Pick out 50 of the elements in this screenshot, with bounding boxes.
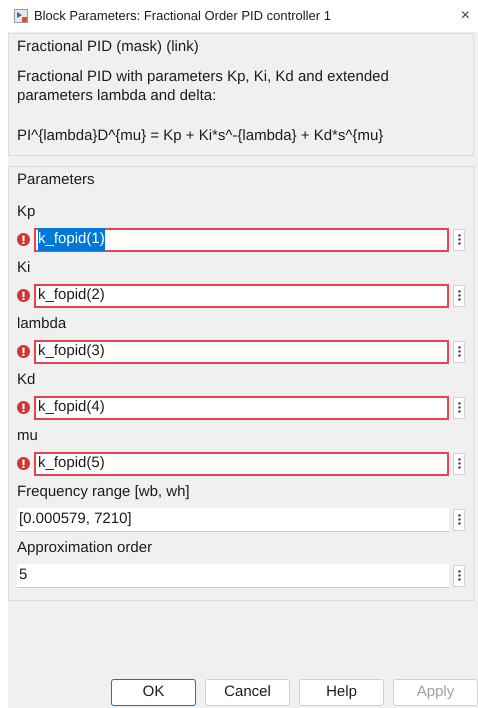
input-field[interactable]: k_fopid(2) (34, 284, 449, 308)
more-options-button[interactable] (453, 284, 465, 306)
dots-icon (458, 234, 460, 245)
error-icon (17, 289, 30, 302)
input-field[interactable]: k_fopid(5) (34, 452, 449, 476)
app-icon (14, 9, 28, 23)
input-field[interactable]: [0.000579, 7210] (17, 508, 449, 532)
more-options-button[interactable] (453, 508, 465, 530)
group-title: Fractional PID (mask) (link) (17, 37, 200, 57)
parameter-label: Kd (17, 370, 36, 390)
field-value: k_fopid(3) (38, 341, 105, 362)
dialog-button[interactable]: OK (111, 679, 196, 706)
dots-icon (458, 514, 460, 525)
input-field[interactable]: k_fopid(1) (34, 228, 449, 252)
dialog-button[interactable]: Help (299, 679, 384, 706)
group-title: Parameters (17, 170, 96, 190)
field-value: k_fopid(1) (38, 228, 105, 251)
parameter-label: Frequency range [wb, wh] (17, 482, 191, 502)
input-field[interactable]: k_fopid(3) (34, 340, 449, 364)
input-field[interactable]: 5 (17, 564, 449, 588)
dots-icon (458, 290, 460, 301)
dots-icon (458, 570, 460, 581)
field-value: 5 (19, 564, 28, 585)
field-value: [0.000579, 7210] (19, 508, 132, 529)
more-options-button[interactable] (453, 396, 465, 418)
parameter-label: Approximation order (17, 538, 154, 558)
close-button[interactable]: × (456, 4, 474, 28)
more-options-button[interactable] (453, 564, 465, 586)
description-text: Fractional PID with parameters Kp, Ki, Kd and extended parameters lambda and delta: (17, 66, 390, 104)
parameter-label: Ki (17, 258, 32, 278)
error-icon (17, 401, 30, 414)
error-icon (17, 345, 30, 358)
field-value: k_fopid(2) (38, 285, 105, 306)
parameter-label: mu (17, 426, 39, 446)
dots-icon (458, 458, 460, 469)
field-value: k_fopid(4) (38, 397, 105, 418)
parameter-label: lambda (17, 314, 68, 334)
dots-icon (458, 402, 460, 413)
error-icon (17, 233, 30, 246)
error-icon (17, 457, 30, 470)
dots-icon (458, 346, 460, 357)
formula-text: PI^{lambda}D^{mu} = Kp + Ki*s^-{lambda} + Kd*s^{mu} (17, 126, 384, 146)
more-options-button[interactable] (453, 452, 465, 474)
more-options-button[interactable] (453, 228, 465, 250)
input-field[interactable]: k_fopid(4) (34, 396, 449, 420)
window-title: Block Parameters: Fractional Order PID controller 1 (34, 7, 331, 26)
field-value: k_fopid(5) (38, 453, 105, 474)
parameter-label: Kp (17, 202, 36, 222)
dialog-button[interactable]: Cancel (205, 679, 290, 706)
more-options-button[interactable] (453, 340, 465, 362)
